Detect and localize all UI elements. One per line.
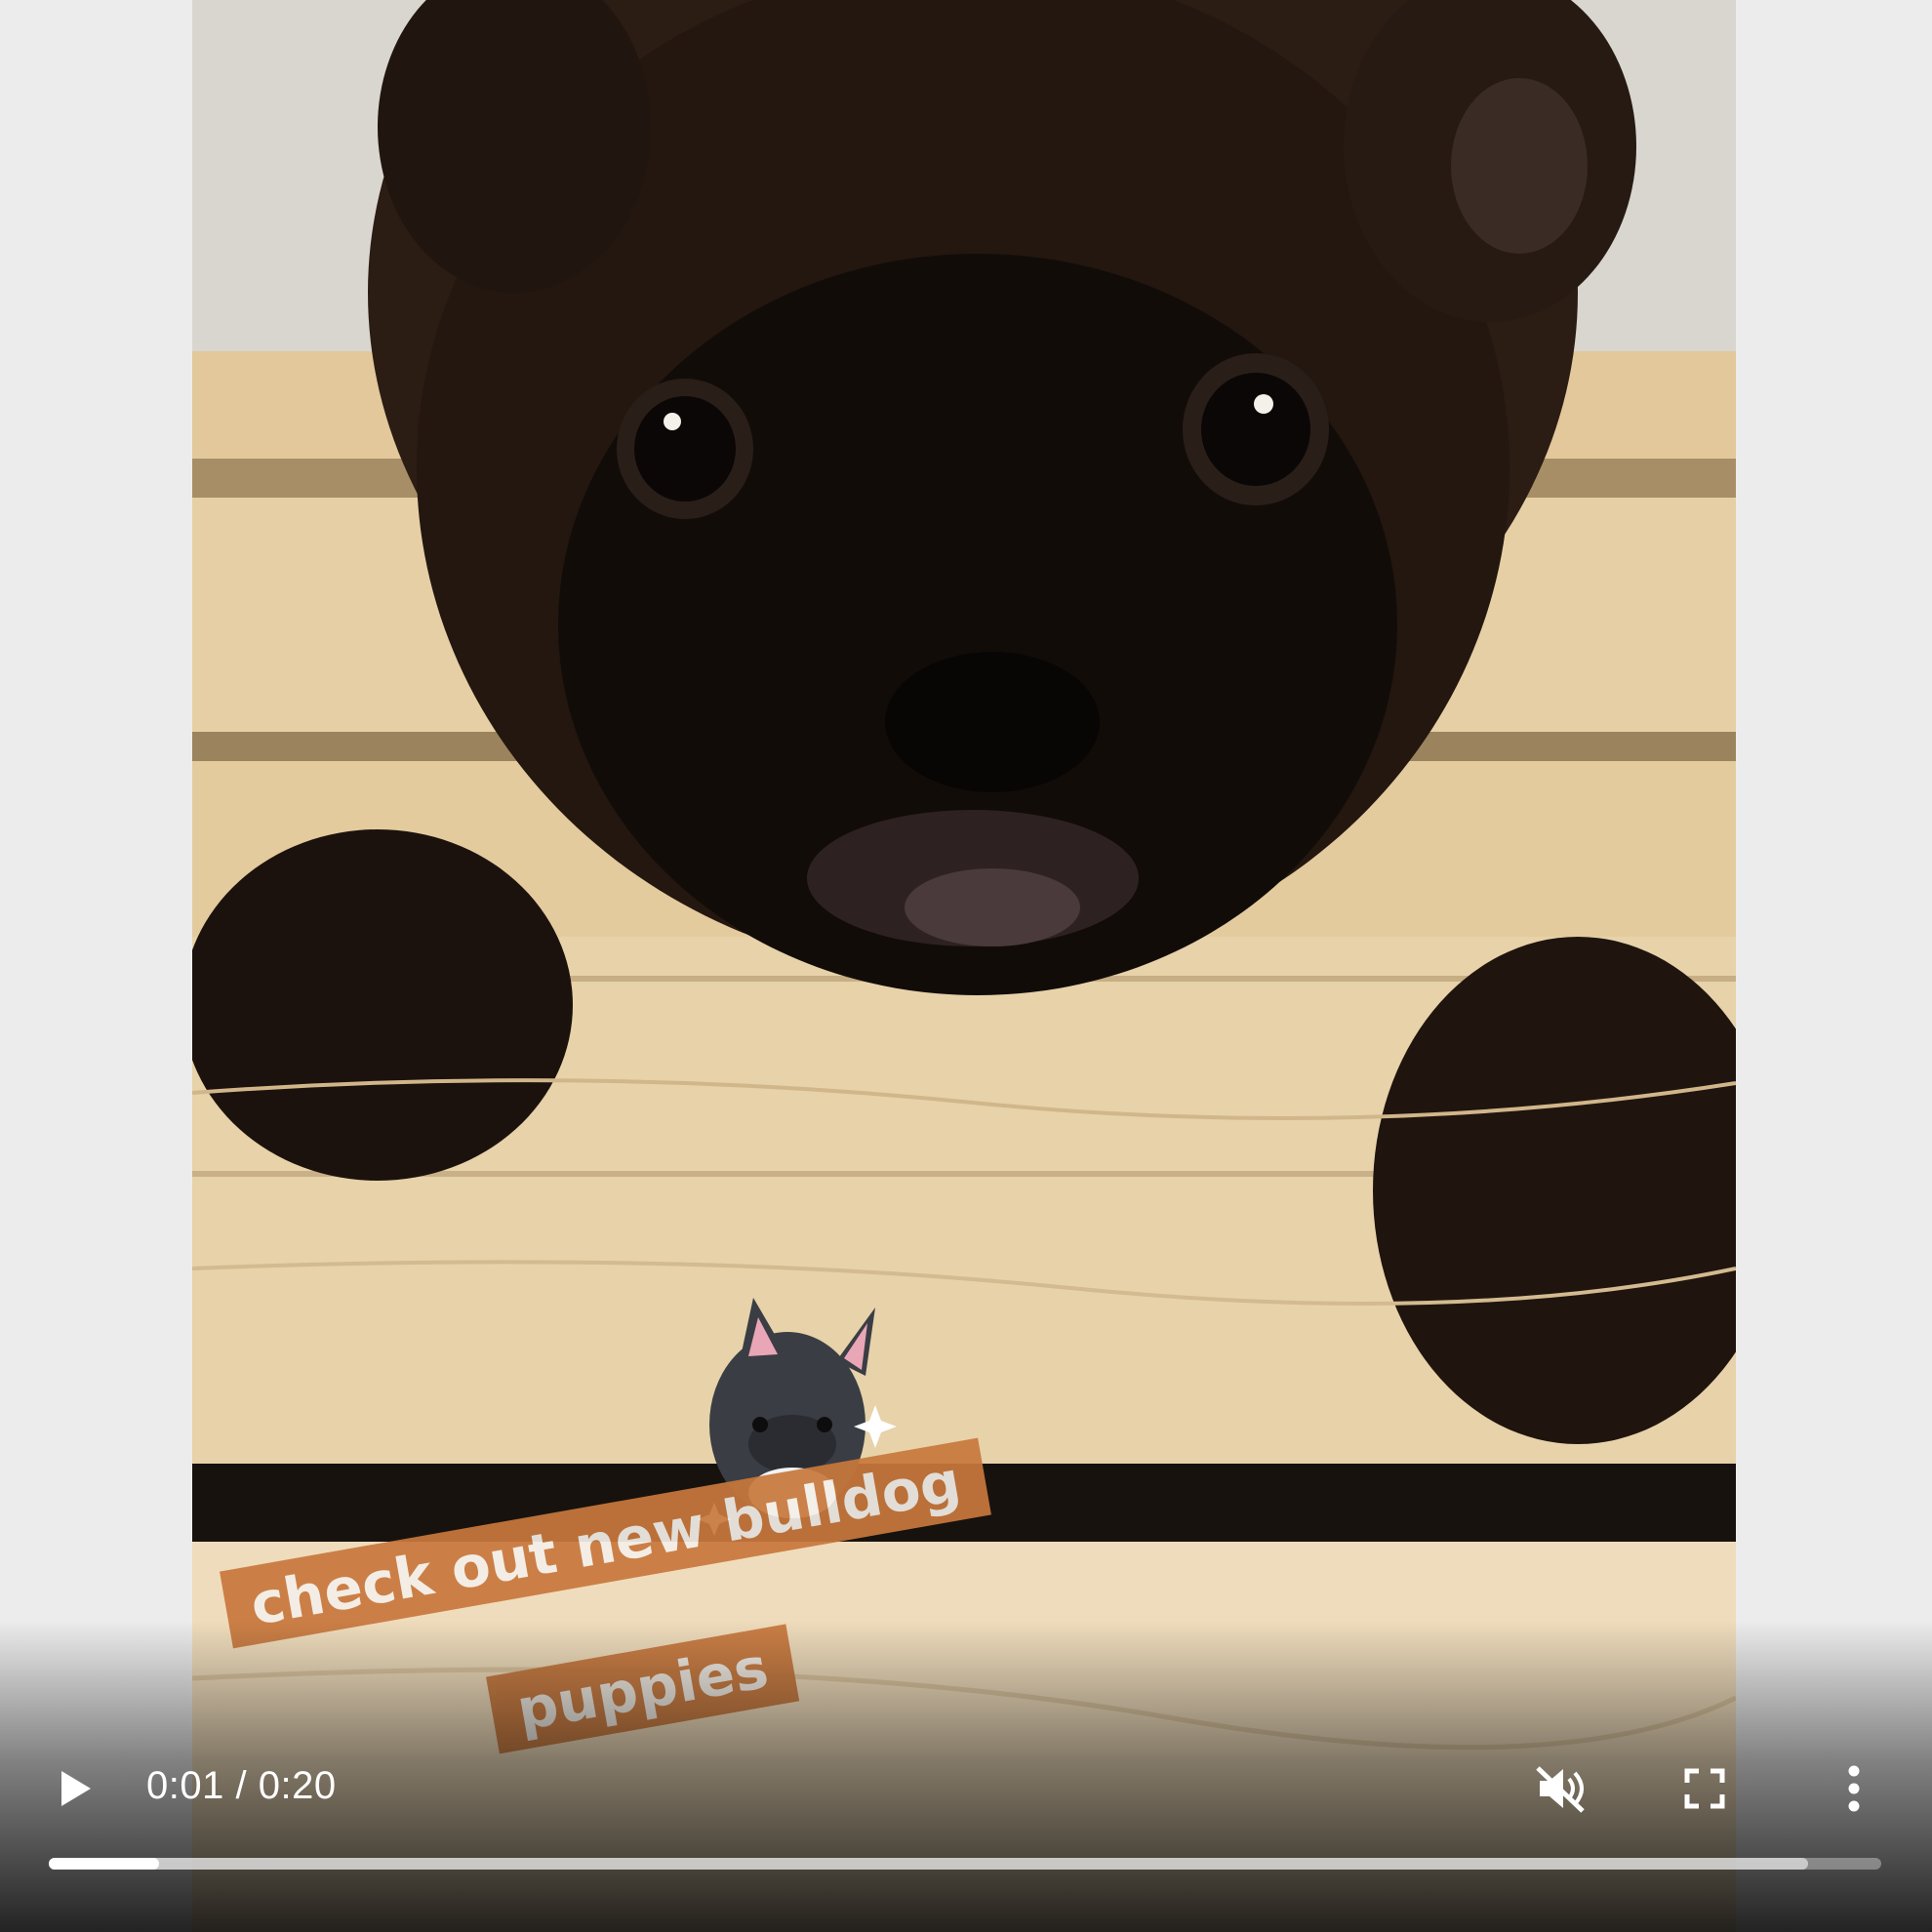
fullscreen-button[interactable]	[1670, 1754, 1739, 1823]
progress-buffered	[49, 1858, 1808, 1870]
progress-bar[interactable]	[49, 1858, 1881, 1870]
video-frame[interactable]	[192, 0, 1736, 1932]
mute-button[interactable]	[1522, 1754, 1600, 1823]
current-time: 0:01	[146, 1764, 224, 1807]
fullscreen-icon	[1684, 1768, 1725, 1809]
volume-muted-icon	[1536, 1766, 1585, 1813]
video-player[interactable]: check out new bulldog puppies 0:01 / 0:2…	[0, 0, 1932, 1932]
controls-bar: 0:01 / 0:20	[0, 1747, 1932, 1825]
time-separator: /	[235, 1764, 248, 1807]
more-vertical-icon	[1848, 1765, 1860, 1812]
video-still-image	[192, 0, 1736, 1932]
play-button[interactable]	[41, 1754, 109, 1823]
time-display: 0:01 / 0:20	[146, 1764, 337, 1808]
play-icon	[61, 1771, 91, 1806]
duration: 0:20	[258, 1764, 337, 1807]
progress-played	[49, 1858, 159, 1870]
more-options-button[interactable]	[1825, 1754, 1883, 1823]
